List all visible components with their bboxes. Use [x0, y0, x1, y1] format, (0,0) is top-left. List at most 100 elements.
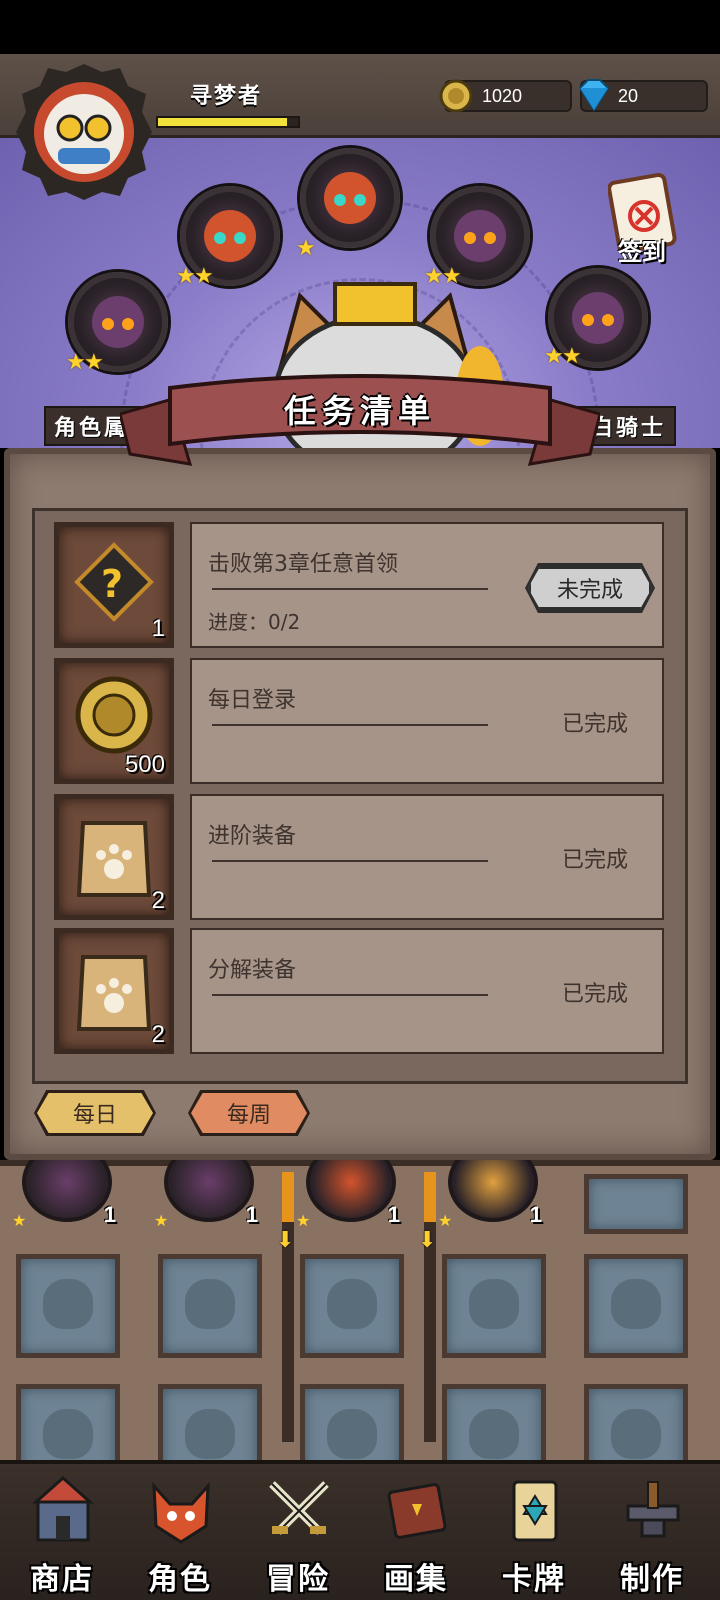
hero-count: 1: [529, 1202, 542, 1227]
inventory-slot[interactable]: [16, 1384, 120, 1460]
divider: [212, 860, 488, 862]
gem-value: 20: [618, 85, 639, 106]
monster-face-icon: [92, 296, 144, 348]
tab-weekly-label: 每周: [226, 1103, 271, 1128]
monster-face-icon: [324, 172, 376, 224]
monster-face-icon: [204, 210, 256, 262]
nav-craft-label: 制作: [620, 1562, 684, 1597]
eye: [354, 194, 366, 206]
divider: [212, 724, 488, 726]
gem-counter[interactable]: 20: [578, 79, 708, 112]
nav-character[interactable]: 角色: [120, 1472, 240, 1600]
inventory-slot[interactable]: [442, 1384, 546, 1460]
inventory-slot[interactable]: [300, 1384, 404, 1460]
task-status: 已完成: [561, 982, 628, 1007]
task-details: 分解装备 已完成: [190, 928, 664, 1054]
signin-label[interactable]: 签到: [618, 232, 666, 267]
cat-emblem-icon: [185, 1409, 235, 1459]
task-title: 击败第3章任意首领: [208, 552, 398, 577]
nav-shop[interactable]: 商店: [2, 1472, 122, 1600]
task-row: 2 进阶装备 已完成: [54, 794, 664, 920]
tab-weekly[interactable]: 每周: [188, 1090, 310, 1136]
card-icon: [512, 1480, 558, 1542]
coin-counter[interactable]: 1020: [439, 79, 572, 113]
task-details: 击败第3章任意首领 进度：0/2 未完成: [190, 522, 664, 648]
divider-cap: [424, 1172, 436, 1222]
arrow-down-icon: ⬇: [418, 1228, 437, 1253]
nav-gallery-label: 画集: [384, 1562, 448, 1597]
star-icon: ★: [194, 264, 214, 289]
nav-adventure[interactable]: 冒险: [238, 1472, 358, 1600]
crossed-swords-icon: [269, 1481, 329, 1535]
star-icon: ★: [296, 1211, 311, 1230]
star-icon: ★: [176, 264, 196, 289]
hero-count: 1: [103, 1202, 116, 1227]
eye: [102, 318, 114, 330]
inventory-slot[interactable]: [300, 1254, 404, 1358]
cat-emblem-icon: [43, 1279, 93, 1329]
cat-emblem-icon: [611, 1279, 661, 1329]
star-icon: ★: [562, 344, 582, 369]
task-title: 每日登录: [208, 688, 297, 713]
cat-emblem-icon: [185, 1279, 235, 1329]
reward-slot[interactable]: 2: [54, 928, 174, 1054]
reward-slot[interactable]: 2: [54, 794, 174, 920]
status-bar: [0, 0, 720, 54]
castle-icon: [32, 1476, 94, 1542]
player-avatar[interactable]: [14, 62, 154, 202]
column-divider: [282, 1172, 294, 1442]
nav-cards-label: 卡牌: [502, 1562, 566, 1597]
cat-emblem-icon: [469, 1279, 519, 1329]
task-row: ? 1 击败第3章任意首领 进度：0/2 未完成: [54, 522, 664, 648]
star-icon: ★: [296, 236, 316, 261]
nav-shop-label: 商店: [30, 1562, 94, 1597]
xp-bar: [156, 116, 300, 128]
cat-emblem-icon: [327, 1409, 377, 1459]
hero-card[interactable]: ★ 1: [12, 1142, 124, 1232]
inventory-slot[interactable]: [158, 1384, 262, 1460]
cat-emblem-icon: [327, 1279, 377, 1329]
hero-count: 1: [387, 1202, 400, 1227]
coin-value: 1020: [482, 85, 523, 106]
xp-bar-fill: [158, 118, 287, 126]
hero-card[interactable]: ★ 1: [154, 1142, 266, 1232]
inventory-slot[interactable]: [442, 1254, 546, 1358]
nav-gallery[interactable]: 画集: [356, 1472, 476, 1600]
svg-text:?: ?: [101, 562, 123, 606]
hero-card[interactable]: ★ 1: [296, 1142, 408, 1232]
tab-daily-label: 每日: [72, 1103, 117, 1128]
inventory-slot[interactable]: [584, 1174, 688, 1234]
inventory-slot[interactable]: [584, 1254, 688, 1358]
eye: [122, 318, 134, 330]
cat-head-icon: [152, 1481, 210, 1544]
book-icon: [387, 1483, 447, 1539]
eye: [464, 232, 476, 244]
diamond-icon: [578, 79, 610, 112]
task-row: 2 分解装备 已完成: [54, 928, 664, 1054]
nav-cards[interactable]: 卡牌: [474, 1472, 594, 1600]
inventory-slot[interactable]: [584, 1384, 688, 1460]
nav-character-label: 角色: [148, 1562, 212, 1597]
arrow-down-icon: ⬇: [276, 1228, 295, 1253]
task-details: 每日登录 已完成: [190, 658, 664, 784]
task-title: 分解装备: [208, 958, 297, 983]
nav-craft[interactable]: 制作: [592, 1472, 712, 1600]
inventory-slot[interactable]: [158, 1254, 262, 1358]
reward-count: 1: [151, 615, 165, 642]
eye: [334, 194, 346, 206]
reward-slot[interactable]: 500: [54, 658, 174, 784]
star-icon: ★: [544, 344, 564, 369]
reward-slot[interactable]: ? 1: [54, 522, 174, 648]
task-row: 500 每日登录 已完成: [54, 658, 664, 784]
inventory-slot[interactable]: [16, 1254, 120, 1358]
panel-title: 任务清单: [283, 392, 436, 430]
divider: [212, 994, 488, 996]
incomplete-button[interactable]: 未完成: [528, 566, 652, 610]
tab-daily[interactable]: 每日: [34, 1090, 156, 1136]
eye: [234, 232, 246, 244]
gold-coin-icon: [439, 79, 473, 113]
stage-node[interactable]: [300, 148, 400, 248]
hero-card[interactable]: ★ 1: [438, 1142, 550, 1232]
eye: [484, 232, 496, 244]
cat-emblem-icon: [611, 1409, 661, 1459]
